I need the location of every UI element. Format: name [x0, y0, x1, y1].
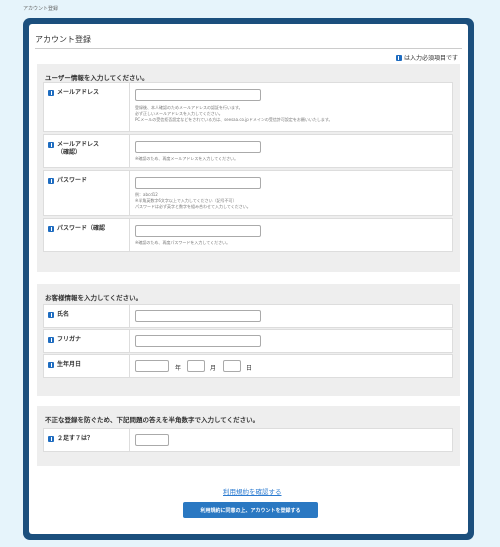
page-title: アカウント登録: [35, 35, 91, 44]
name-input[interactable]: [135, 310, 261, 322]
required-icon: [48, 362, 54, 368]
required-icon: [48, 178, 54, 184]
password-notes: 例：abcd12 ※半角英数字6文字以上で入力してください（記号不可） パスワー…: [135, 192, 251, 209]
kana-label: フリガナ: [48, 336, 81, 344]
email-notes: 登録後、本人確認のためメールアドレスの認証を行います。 必ず正しいメールアドレス…: [135, 105, 333, 122]
birthdate-label: 生年月日: [48, 361, 81, 369]
email-row: メールアドレス 登録後、本人確認のためメールアドレスの認証を行います。 必ず正し…: [43, 82, 453, 132]
required-legend: は入力必須項目です: [395, 53, 458, 62]
birth-year-input[interactable]: [135, 360, 169, 372]
register-button[interactable]: 利用規約に同意の上、アカウントを登録する: [183, 502, 318, 518]
password-confirm-row: パスワード（確認 ※確認のため、再度パスワードを入力してください。: [43, 218, 453, 252]
password-row: パスワード 例：abcd12 ※半角英数字6文字以上で入力してください（記号不可…: [43, 170, 453, 216]
required-icon: [48, 337, 54, 343]
customer-info-section: お客様情報を入力してください。 氏名 フリガナ 生年月日 年 月 日: [37, 284, 460, 396]
required-icon: [395, 54, 402, 61]
day-unit: 日: [246, 365, 253, 372]
birth-day-input[interactable]: [223, 360, 241, 372]
registration-panel: アカウント登録 は入力必須項目です ユーザー情報を入力してください。 メールアド…: [23, 18, 474, 540]
name-row: 氏名: [43, 304, 453, 328]
section-heading-verify: 不正な登録を防ぐため、下記問題の答えを半角数字で入力してください。: [45, 416, 260, 424]
required-icon: [48, 90, 54, 96]
section-heading-user: ユーザー情報を入力してください。: [45, 74, 149, 82]
name-label: 氏名: [48, 311, 69, 319]
email-label: メールアドレス: [48, 89, 99, 97]
password-label: パスワード: [48, 177, 87, 185]
password-confirm-label: パスワード（確認: [48, 225, 105, 233]
kana-input[interactable]: [135, 335, 261, 347]
month-unit: 月: [210, 365, 217, 372]
password-input[interactable]: [135, 177, 261, 189]
answer-input[interactable]: [135, 434, 169, 446]
required-icon: [48, 226, 54, 232]
password-confirm-note: ※確認のため、再度パスワードを入力してください。: [135, 240, 231, 245]
required-note-text: は入力必須項目です: [403, 55, 458, 62]
email-confirm-row: メールアドレス （確認） ※確認のため、再度メールアドレスを入力してください。: [43, 134, 453, 168]
verification-section: 不正な登録を防ぐため、下記問題の答えを半角数字で入力してください。 ２足す７は？: [37, 406, 460, 466]
registration-form: アカウント登録 は入力必須項目です ユーザー情報を入力してください。 メールアド…: [29, 24, 468, 534]
title-divider: [35, 48, 462, 49]
email-input[interactable]: [135, 89, 261, 101]
password-confirm-input[interactable]: [135, 225, 261, 237]
year-unit: 年: [175, 365, 182, 372]
email-confirm-note: ※確認のため、再度メールアドレスを入力してください。: [135, 156, 239, 161]
required-icon: [48, 312, 54, 318]
required-icon: [48, 142, 54, 148]
terms-link[interactable]: 利用規約を確認する: [223, 486, 282, 496]
birthdate-row: 生年月日 年 月 日: [43, 354, 453, 378]
email-confirm-input[interactable]: [135, 141, 261, 153]
breadcrumb: アカウント登録: [23, 6, 59, 12]
email-confirm-label: メールアドレス （確認）: [48, 141, 99, 157]
required-icon: [48, 436, 54, 442]
kana-row: フリガナ: [43, 329, 453, 353]
section-heading-customer: お客様情報を入力してください。: [45, 294, 143, 302]
question-row: ２足す７は？: [43, 428, 453, 452]
birth-month-input[interactable]: [187, 360, 205, 372]
user-info-section: ユーザー情報を入力してください。 メールアドレス 登録後、本人確認のためメールア…: [37, 64, 460, 272]
question-label: ２足す７は？: [48, 435, 93, 443]
